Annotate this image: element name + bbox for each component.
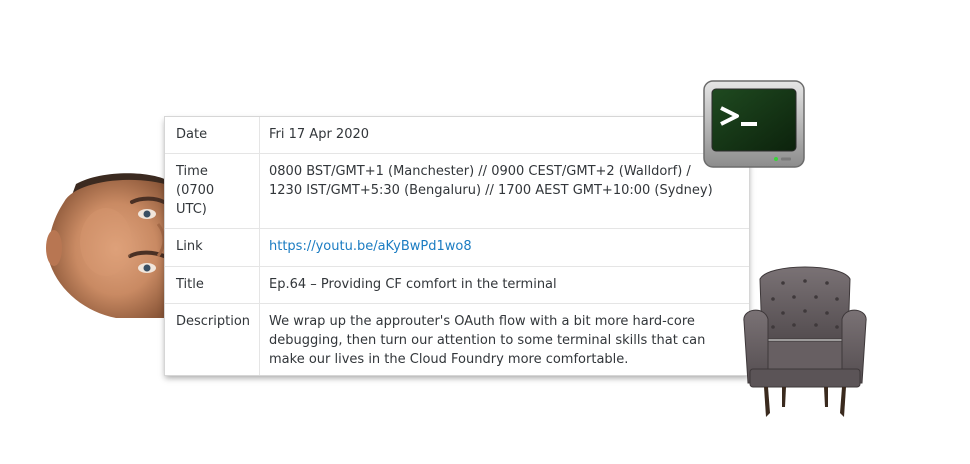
terminal-icon [703,80,805,168]
armchair-image [743,266,867,417]
table-row: Link https://youtu.be/aKyBwPd1wo8 [165,228,749,267]
table-row: Description We wrap up the approuter's O… [165,303,749,375]
date-value: Fri 17 Apr 2020 [259,117,749,154]
description-label: Description [165,303,260,375]
table-row: Date Fri 17 Apr 2020 [165,117,749,154]
time-value-line: 1230 IST/GMT+5:30 (Bengaluru) // 1700 AE… [269,183,713,198]
youtube-link[interactable]: https://youtu.be/aKyBwPd1wo8 [269,239,472,254]
time-label-line: (0700 [176,183,215,198]
link-label: Link [165,228,260,267]
time-label-line: UTC) [176,202,207,217]
title-value: Ep.64 – Providing CF comfort in the term… [259,266,749,304]
episode-info-table: Date Fri 17 Apr 2020 Time (0700 UTC) 080… [165,117,749,375]
table-row: Time (0700 UTC) 0800 BST/GMT+1 (Manchest… [165,153,749,229]
table-row: Title Ep.64 – Providing CF comfort in th… [165,266,749,304]
time-value-line: 0800 BST/GMT+1 (Manchester) // 0900 CEST… [269,164,691,179]
title-label: Title [165,266,260,304]
time-value: 0800 BST/GMT+1 (Manchester) // 0900 CEST… [259,153,749,229]
date-label: Date [165,117,260,154]
link-cell: https://youtu.be/aKyBwPd1wo8 [259,228,749,267]
episode-info-card: Date Fri 17 Apr 2020 Time (0700 UTC) 080… [165,117,749,375]
time-label: Time (0700 UTC) [165,153,260,229]
description-value: We wrap up the approuter's OAuth flow wi… [269,314,706,367]
time-label-line: Time [176,164,208,179]
